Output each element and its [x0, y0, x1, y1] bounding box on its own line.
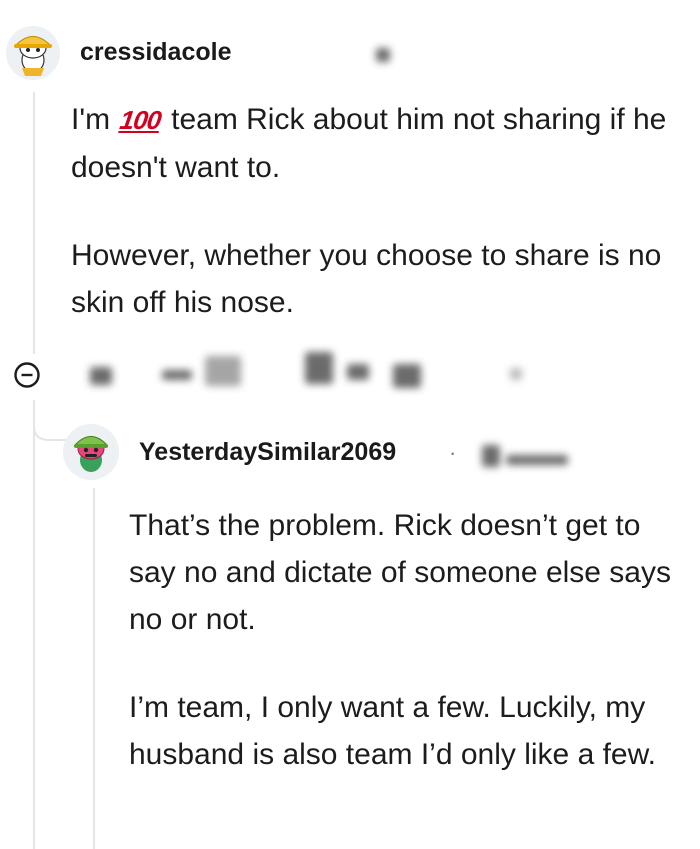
comment-body: I'm 100 team Rick about him not sharing … — [71, 96, 696, 326]
comment-paragraph: However, whether you choose to share is … — [71, 239, 662, 319]
redacted-action — [510, 368, 522, 380]
comment-username[interactable]: YesterdaySimilar2069 — [139, 438, 396, 467]
redacted-timestamp — [376, 48, 390, 62]
separator-dot: · — [449, 440, 457, 465]
redacted-action — [305, 352, 333, 384]
thread-line-reply[interactable] — [93, 488, 95, 849]
thread-line-top[interactable] — [33, 92, 35, 354]
redacted-timestamp — [482, 445, 500, 467]
avatar[interactable] — [63, 424, 119, 480]
comment-paragraph: I'm 100 team Rick about him not sharing … — [71, 96, 696, 191]
redacted-action — [347, 364, 369, 380]
comment-username[interactable]: cressidacole — [80, 38, 232, 67]
comment-paragraph: That’s the problem. Rick doesn’t get to … — [129, 509, 671, 636]
redacted-action — [162, 370, 192, 380]
hundred-points-icon: 100 — [118, 105, 163, 135]
snoo-avatar-pink-green-hat-icon — [63, 424, 119, 480]
collapse-icon[interactable] — [14, 362, 40, 388]
comment-body: That’s the problem. Rick doesn’t get to … — [129, 502, 689, 778]
redacted-action — [90, 367, 112, 385]
snoo-avatar-yellow-hat-icon — [6, 26, 60, 80]
redacted-action — [393, 364, 421, 388]
avatar[interactable] — [6, 26, 60, 80]
thread-line-left[interactable] — [33, 400, 35, 849]
redacted-timestamp — [506, 455, 568, 465]
comment-paragraph: I’m team, I only want a few. Luckily, my… — [129, 691, 656, 771]
redacted-action — [205, 356, 241, 386]
